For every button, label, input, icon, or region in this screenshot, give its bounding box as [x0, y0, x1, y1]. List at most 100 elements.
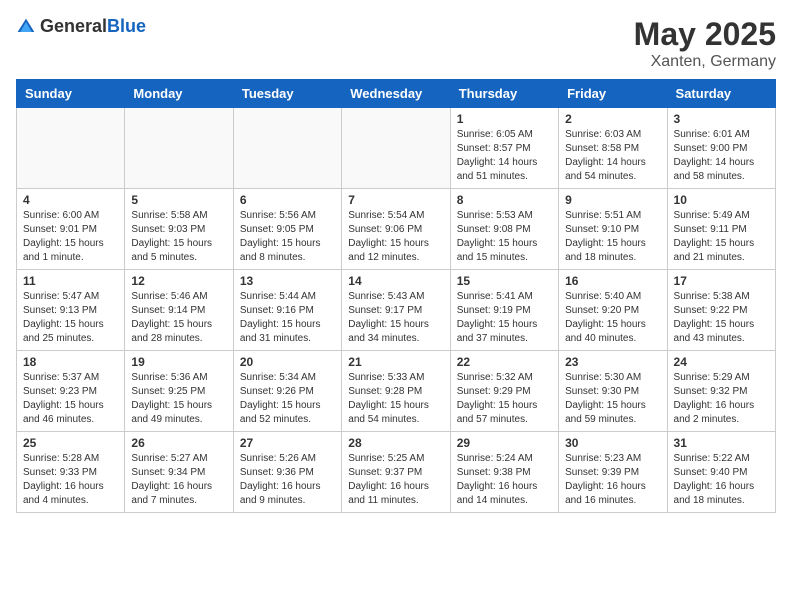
day-info: Sunrise: 5:26 AM Sunset: 9:36 PM Dayligh…: [240, 452, 335, 508]
day-of-week-header: Thursday: [450, 80, 558, 108]
day-number: 20: [240, 355, 335, 369]
logo: GeneralBlue: [16, 16, 146, 37]
day-number: 5: [131, 193, 226, 207]
day-info: Sunrise: 5:37 AM Sunset: 9:23 PM Dayligh…: [23, 371, 118, 427]
calendar-day-cell: 3 Sunrise: 6:01 AM Sunset: 9:00 PM Daylig…: [667, 108, 775, 189]
day-number: 16: [565, 274, 660, 288]
day-number: 8: [457, 193, 552, 207]
day-info: Sunrise: 5:24 AM Sunset: 9:38 PM Dayligh…: [457, 452, 552, 508]
day-number: 7: [348, 193, 443, 207]
day-info: Sunrise: 5:32 AM Sunset: 9:29 PM Dayligh…: [457, 371, 552, 427]
calendar-day-cell: [342, 108, 450, 189]
day-number: 22: [457, 355, 552, 369]
calendar-day-cell: 11Sunrise: 5:47 AM Sunset: 9:13 PM Dayli…: [17, 270, 125, 351]
calendar-day-cell: 15 Sunrise: 5:41 AM Sunset: 9:19 PM Dayli…: [450, 270, 558, 351]
calendar-day-cell: 5 Sunrise: 5:58 AM Sunset: 9:03 PM Daylig…: [125, 189, 233, 270]
calendar-day-cell: 12Sunrise: 5:46 AM Sunset: 9:14 PM Dayli…: [125, 270, 233, 351]
day-number: 30: [565, 436, 660, 450]
day-info: Sunrise: 5:27 AM Sunset: 9:34 PM Dayligh…: [131, 452, 226, 508]
day-of-week-header: Monday: [125, 80, 233, 108]
day-info: Sunrise: 5:41 AM Sunset: 9:19 PM Dayligh…: [457, 290, 552, 346]
calendar-day-cell: 2Sunrise: 6:03 AM Sunset: 8:58 PM Daylig…: [559, 108, 667, 189]
calendar-day-cell: 21 Sunrise: 5:33 AM Sunset: 9:28 PM Dayli…: [342, 351, 450, 432]
day-of-week-header: Tuesday: [233, 80, 341, 108]
calendar-day-cell: 14 Sunrise: 5:43 AM Sunset: 9:17 PM Dayli…: [342, 270, 450, 351]
calendar-day-cell: 28Sunrise: 5:25 AM Sunset: 9:37 PM Dayli…: [342, 432, 450, 513]
day-number: 26: [131, 436, 226, 450]
day-info: Sunrise: 5:33 AM Sunset: 9:28 PM Dayligh…: [348, 371, 443, 427]
day-info: Sunrise: 5:22 AM Sunset: 9:40 PM Dayligh…: [674, 452, 769, 508]
calendar-day-cell: [125, 108, 233, 189]
title-section: May 2025 Xanten, Germany: [634, 16, 776, 71]
calendar-day-cell: 1 Sunrise: 6:05 AM Sunset: 8:57 PM Daylig…: [450, 108, 558, 189]
day-number: 4: [23, 193, 118, 207]
calendar-day-cell: 4Sunrise: 6:00 AM Sunset: 9:01 PM Daylig…: [17, 189, 125, 270]
day-info: Sunrise: 5:30 AM Sunset: 9:30 PM Dayligh…: [565, 371, 660, 427]
day-number: 13: [240, 274, 335, 288]
month-title: May 2025: [634, 16, 776, 53]
calendar-table: SundayMondayTuesdayWednesdayThursdayFrid…: [16, 79, 776, 513]
day-of-week-header: Saturday: [667, 80, 775, 108]
page-header: GeneralBlue May 2025 Xanten, Germany: [16, 16, 776, 71]
day-number: 17: [674, 274, 769, 288]
calendar-day-cell: 9 Sunrise: 5:51 AM Sunset: 9:10 PM Daylig…: [559, 189, 667, 270]
calendar-day-cell: 26 Sunrise: 5:27 AM Sunset: 9:34 PM Dayli…: [125, 432, 233, 513]
day-number: 11: [23, 274, 118, 288]
day-of-week-header: Wednesday: [342, 80, 450, 108]
day-number: 9: [565, 193, 660, 207]
day-info: Sunrise: 5:36 AM Sunset: 9:25 PM Dayligh…: [131, 371, 226, 427]
logo-general-text: General: [40, 16, 107, 36]
day-info: Sunrise: 6:05 AM Sunset: 8:57 PM Dayligh…: [457, 128, 552, 184]
calendar-day-cell: 17Sunrise: 5:38 AM Sunset: 9:22 PM Dayli…: [667, 270, 775, 351]
day-number: 25: [23, 436, 118, 450]
calendar-day-cell: 6Sunrise: 5:56 AM Sunset: 9:05 PM Daylig…: [233, 189, 341, 270]
day-info: Sunrise: 6:03 AM Sunset: 8:58 PM Dayligh…: [565, 128, 660, 184]
calendar-week-row: 1 Sunrise: 6:05 AM Sunset: 8:57 PM Daylig…: [17, 108, 776, 189]
day-number: 23: [565, 355, 660, 369]
day-number: 14: [348, 274, 443, 288]
day-info: Sunrise: 5:58 AM Sunset: 9:03 PM Dayligh…: [131, 209, 226, 265]
day-info: Sunrise: 5:44 AM Sunset: 9:16 PM Dayligh…: [240, 290, 335, 346]
day-number: 18: [23, 355, 118, 369]
day-number: 21: [348, 355, 443, 369]
day-info: Sunrise: 5:29 AM Sunset: 9:32 PM Dayligh…: [674, 371, 769, 427]
day-number: 24: [674, 355, 769, 369]
day-info: Sunrise: 5:28 AM Sunset: 9:33 PM Dayligh…: [23, 452, 118, 508]
day-info: Sunrise: 5:46 AM Sunset: 9:14 PM Dayligh…: [131, 290, 226, 346]
day-info: Sunrise: 6:01 AM Sunset: 9:00 PM Dayligh…: [674, 128, 769, 184]
day-info: Sunrise: 5:53 AM Sunset: 9:08 PM Dayligh…: [457, 209, 552, 265]
day-number: 10: [674, 193, 769, 207]
logo-icon: [16, 17, 36, 37]
calendar-week-row: 4Sunrise: 6:00 AM Sunset: 9:01 PM Daylig…: [17, 189, 776, 270]
calendar-week-row: 25 Sunrise: 5:28 AM Sunset: 9:33 PM Dayli…: [17, 432, 776, 513]
calendar-day-cell: 24 Sunrise: 5:29 AM Sunset: 9:32 PM Dayli…: [667, 351, 775, 432]
calendar-day-cell: [17, 108, 125, 189]
day-info: Sunrise: 5:43 AM Sunset: 9:17 PM Dayligh…: [348, 290, 443, 346]
day-info: Sunrise: 5:40 AM Sunset: 9:20 PM Dayligh…: [565, 290, 660, 346]
day-info: Sunrise: 5:51 AM Sunset: 9:10 PM Dayligh…: [565, 209, 660, 265]
day-number: 31: [674, 436, 769, 450]
calendar-day-cell: 16 Sunrise: 5:40 AM Sunset: 9:20 PM Dayli…: [559, 270, 667, 351]
calendar-day-cell: 29 Sunrise: 5:24 AM Sunset: 9:38 PM Dayli…: [450, 432, 558, 513]
day-number: 27: [240, 436, 335, 450]
calendar-week-row: 18 Sunrise: 5:37 AM Sunset: 9:23 PM Dayli…: [17, 351, 776, 432]
calendar-day-cell: 25 Sunrise: 5:28 AM Sunset: 9:33 PM Dayli…: [17, 432, 125, 513]
calendar-day-cell: 10Sunrise: 5:49 AM Sunset: 9:11 PM Dayli…: [667, 189, 775, 270]
calendar-day-cell: 7 Sunrise: 5:54 AM Sunset: 9:06 PM Daylig…: [342, 189, 450, 270]
day-number: 15: [457, 274, 552, 288]
calendar-day-cell: 13 Sunrise: 5:44 AM Sunset: 9:16 PM Dayli…: [233, 270, 341, 351]
calendar-day-cell: [233, 108, 341, 189]
day-info: Sunrise: 5:23 AM Sunset: 9:39 PM Dayligh…: [565, 452, 660, 508]
day-number: 1: [457, 112, 552, 126]
day-number: 6: [240, 193, 335, 207]
calendar-day-cell: 8 Sunrise: 5:53 AM Sunset: 9:08 PM Daylig…: [450, 189, 558, 270]
day-number: 3: [674, 112, 769, 126]
day-of-week-header: Sunday: [17, 80, 125, 108]
calendar-header-row: SundayMondayTuesdayWednesdayThursdayFrid…: [17, 80, 776, 108]
day-number: 28: [348, 436, 443, 450]
day-number: 29: [457, 436, 552, 450]
location-title: Xanten, Germany: [634, 53, 776, 71]
calendar-day-cell: 27 Sunrise: 5:26 AM Sunset: 9:36 PM Dayli…: [233, 432, 341, 513]
calendar-day-cell: 18 Sunrise: 5:37 AM Sunset: 9:23 PM Dayli…: [17, 351, 125, 432]
day-info: Sunrise: 5:54 AM Sunset: 9:06 PM Dayligh…: [348, 209, 443, 265]
